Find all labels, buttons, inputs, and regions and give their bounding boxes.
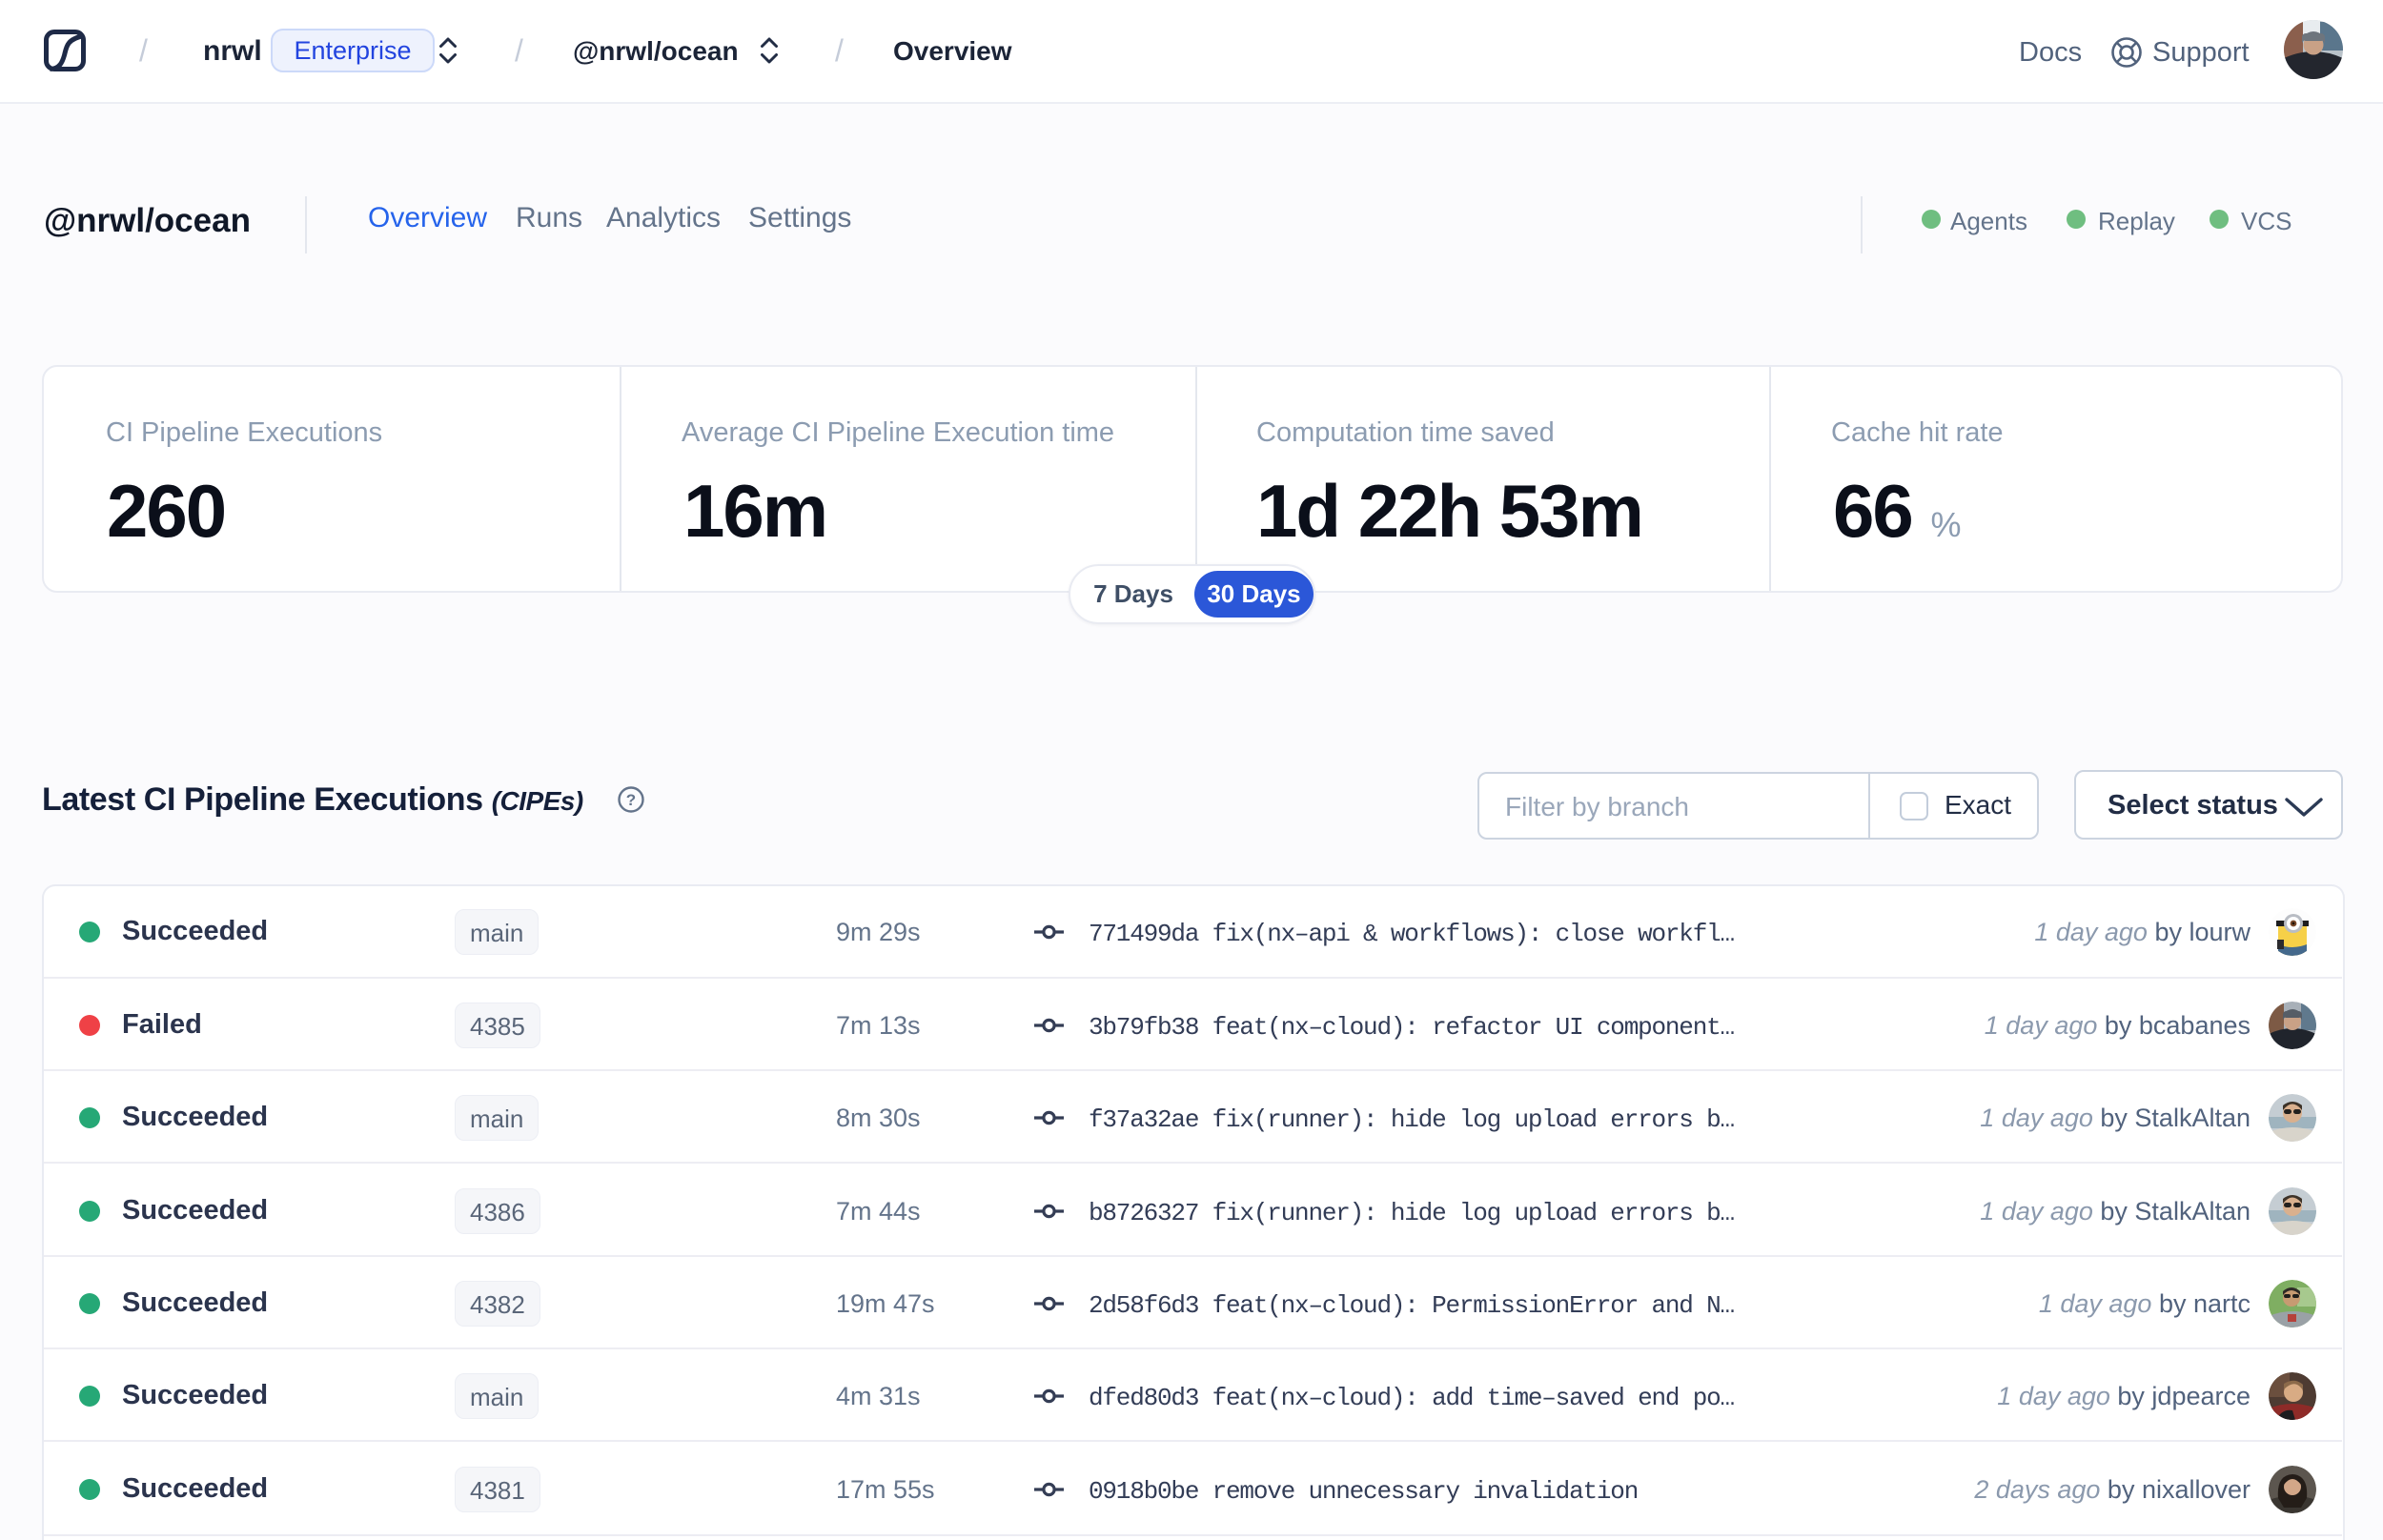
svg-text:?: ? xyxy=(626,791,636,809)
